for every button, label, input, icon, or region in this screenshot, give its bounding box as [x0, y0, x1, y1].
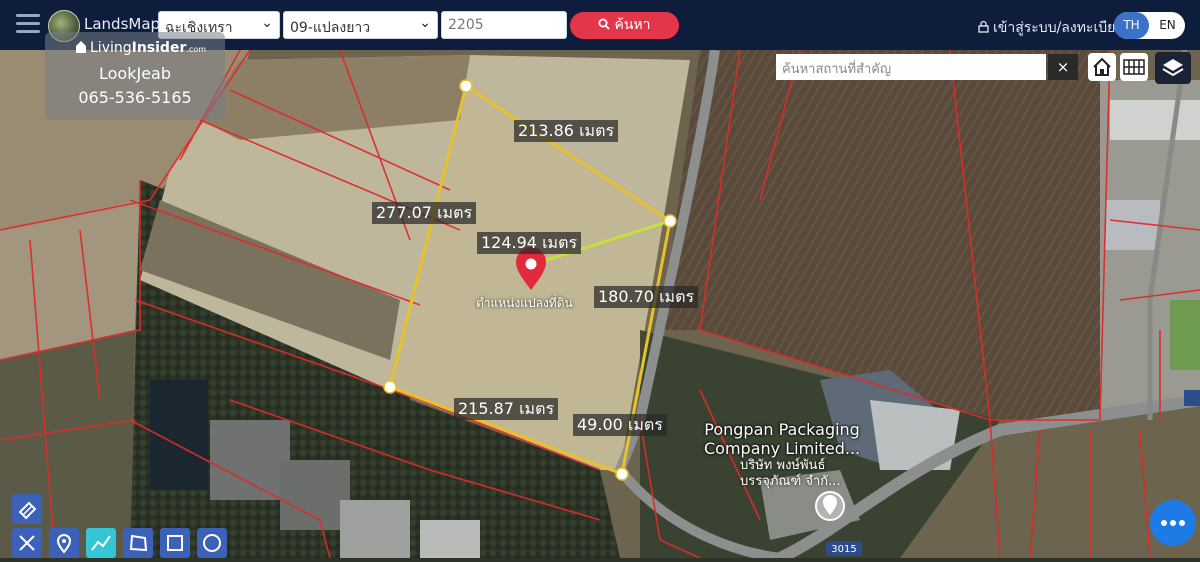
- ruler-icon: [19, 535, 35, 551]
- search-button-label: ค้นหา: [614, 17, 651, 33]
- layers-button[interactable]: [1155, 52, 1191, 84]
- lang-th-button[interactable]: TH: [1114, 12, 1149, 39]
- lang-en-button[interactable]: EN: [1150, 12, 1185, 39]
- chevron-down-icon: ⌄: [419, 15, 431, 31]
- layers-icon: [1162, 59, 1184, 77]
- place-search-input[interactable]: ค้นหาสถานที่สำคัญ: [776, 54, 1046, 80]
- grid-button[interactable]: [1120, 53, 1148, 81]
- ruler-tool[interactable]: [12, 528, 42, 558]
- home-button[interactable]: [1088, 53, 1116, 81]
- pin-icon: [56, 534, 72, 554]
- rectangle-tool[interactable]: [160, 528, 190, 558]
- parcel-location-label: ตำแหน่งแปลงที่ดิน: [476, 296, 573, 310]
- circle-icon: [203, 534, 221, 552]
- house-logo-icon: [76, 41, 86, 53]
- parcel-number-value: 2205: [448, 17, 484, 33]
- eraser-icon: [18, 501, 37, 520]
- login-label: เข้าสู่ระบบ/ลงทะเบียน: [993, 20, 1125, 36]
- livinginsider-logo: LivingInsider.com: [75, 40, 206, 56]
- district-select[interactable]: 09-แปลงยาว ⌄: [283, 11, 438, 39]
- measurement-top: 213.86 เมตร: [514, 120, 619, 142]
- chat-icon: [1161, 520, 1167, 526]
- clear-search-button[interactable]: ×: [1048, 54, 1078, 80]
- place-marker-icon[interactable]: [815, 491, 845, 521]
- measurement-right: 180.70 เมตร: [594, 286, 699, 308]
- parcel-number-input[interactable]: 2205: [441, 11, 567, 39]
- menu-icon[interactable]: [16, 14, 40, 34]
- lock-icon: [978, 20, 989, 33]
- road-number: 3015: [831, 544, 856, 555]
- login-link[interactable]: เข้าสู่ระบบ/ลงทะเบียน: [978, 17, 1125, 39]
- measurement-radius: 124.94 เมตร: [477, 232, 582, 254]
- agent-phone: 065-536-5165: [78, 88, 192, 107]
- circle-tool[interactable]: [197, 528, 227, 558]
- pin-tool[interactable]: [49, 528, 79, 558]
- company-thai-label: บริษัท พงษ์พันธ์ บรรจุภัณฑ์ จำกั...: [740, 458, 841, 490]
- place-search-placeholder: ค้นหาสถานที่สำคัญ: [782, 62, 892, 77]
- eraser-tool[interactable]: [12, 494, 42, 524]
- agent-name: LookJeab: [99, 64, 171, 83]
- line-tool[interactable]: [86, 528, 116, 558]
- district-value: 09-แปลงยาว: [290, 20, 371, 36]
- search-button[interactable]: ค้นหา: [570, 12, 679, 39]
- grid-icon: [1123, 59, 1145, 75]
- logo-bold: Insider: [131, 40, 187, 56]
- company-thai-line2: บรรจุภัณฑ์ จำกั...: [740, 474, 841, 489]
- polygon-icon: [129, 534, 148, 552]
- search-icon: [598, 18, 611, 30]
- rectangle-icon: [167, 535, 183, 551]
- logo-prefix: Living: [90, 40, 132, 56]
- measurement-bottom-right: 49.00 เมตร: [573, 414, 667, 436]
- company-name-line1: Pongpan Packaging: [704, 420, 860, 439]
- company-name-line2: Company Limited...: [704, 439, 861, 458]
- logo-suffix: .com: [186, 45, 206, 54]
- line-icon: [91, 535, 111, 551]
- chevron-down-icon: ⌄: [261, 15, 273, 31]
- chat-button[interactable]: [1150, 500, 1196, 546]
- agent-watermark: LivingInsider.com LookJeab 065-536-5165: [45, 32, 225, 120]
- measurement-bottom: 215.87 เมตร: [454, 398, 559, 420]
- home-icon: [1093, 57, 1111, 76]
- company-thai-line1: บริษัท พงษ์พันธ์: [740, 458, 826, 473]
- brand-name: LandsMaps: [84, 15, 168, 33]
- polygon-tool[interactable]: [123, 528, 153, 558]
- measurement-left: 277.07 เมตร: [372, 202, 477, 224]
- language-toggle[interactable]: TH EN: [1114, 12, 1185, 39]
- company-label[interactable]: Pongpan Packaging Company Limited...: [704, 420, 860, 458]
